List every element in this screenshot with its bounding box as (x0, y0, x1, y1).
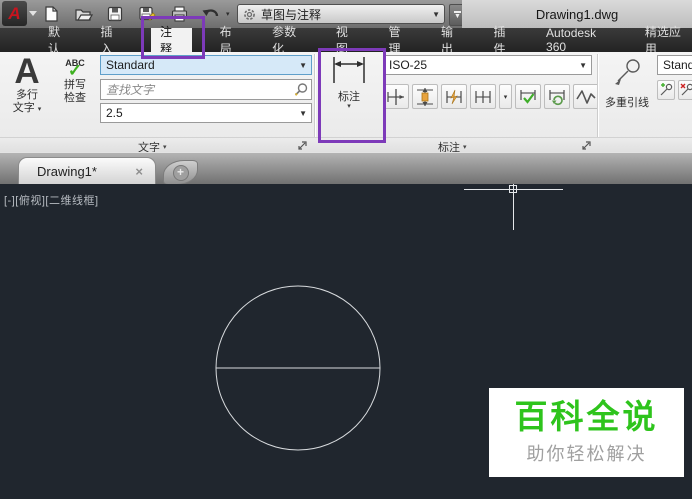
adjust-space-button[interactable] (412, 84, 438, 109)
tab-insert[interactable]: 插入 (99, 25, 126, 56)
mtext-button[interactable]: A 多行 文字 ▾ (6, 52, 48, 115)
new-file-button[interactable] (40, 3, 62, 25)
autocad-a-icon: A (8, 3, 21, 23)
tab-plugins[interactable]: 插件 (492, 25, 519, 56)
highlight-annotate-tab (141, 16, 205, 59)
file-tab-drawing1[interactable]: Drawing1* × (18, 157, 156, 185)
jogged-linear-button[interactable] (573, 84, 599, 109)
watermark-subtitle: 助你轻松解决 (526, 444, 647, 464)
tab-autodesk360[interactable]: Autodesk 360 (544, 26, 617, 54)
tab-layout[interactable]: 布局 (218, 25, 245, 56)
continue-dimension-button[interactable] (470, 84, 496, 109)
text-height-combobox[interactable]: 2.5 ▼ (100, 103, 312, 123)
spell-check-button[interactable]: ABC ✓ 拼写 检查 (53, 58, 97, 105)
remove-leader-icon (680, 83, 692, 96)
text-style-combobox[interactable]: Standard ▼ (100, 55, 312, 75)
save-floppy-icon (107, 6, 123, 22)
inspect-dimension-icon (520, 89, 536, 104)
quick-dimension-button[interactable] (383, 84, 409, 109)
update-dimension-button[interactable] (544, 84, 570, 109)
dim-dialog-launcher[interactable] (581, 140, 592, 151)
add-leader-button[interactable] (657, 80, 675, 100)
logo-dropdown-icon[interactable] (29, 11, 37, 16)
new-tab-button[interactable]: + (163, 160, 198, 185)
watermark-title: 百科全说 (514, 398, 659, 435)
find-text-field (100, 79, 312, 100)
dimension-break-button[interactable] (441, 84, 467, 109)
mtext-a-icon: A (14, 52, 40, 91)
workspace-dropdown-icon: ▼ (432, 9, 440, 19)
quick-dimension-icon (387, 88, 404, 105)
combo-arrow-icon: ▼ (579, 60, 587, 70)
tab-parametric[interactable]: 参数化 (270, 25, 308, 56)
watermark-box: 百科全说 助你轻松解决 (489, 388, 684, 477)
adjust-space-icon (417, 87, 433, 106)
combo-arrow-icon: ▼ (299, 60, 307, 70)
panel-expand-icon: ▾ (163, 144, 167, 151)
close-tab-icon[interactable]: × (135, 164, 143, 179)
workspace-label: 草图与注释 (261, 7, 322, 22)
workspace-selector[interactable]: 草图与注释 ▼ (237, 4, 445, 24)
multileader-icon (615, 59, 640, 85)
mleader-style-combobox[interactable]: Stand (657, 55, 692, 75)
find-text-input[interactable] (100, 79, 312, 100)
autocad-logo-button[interactable]: A (2, 1, 27, 26)
undo-dropdown-icon[interactable]: ▾ (226, 10, 230, 18)
dim-style-combobox[interactable]: ISO-25 ▼ (383, 55, 592, 75)
text-dialog-launcher[interactable] (297, 140, 308, 151)
check-icon: ✓ (67, 61, 83, 80)
combo-arrow-icon: ▼ (299, 108, 307, 118)
drawing-canvas[interactable]: [-][俯视][二维线框] 百科全说 助你轻松解决 (0, 184, 692, 499)
remove-leader-button[interactable] (678, 80, 692, 100)
continue-dimension-dropdown[interactable]: ▾ (499, 84, 512, 109)
open-folder-icon (74, 9, 93, 21)
dropdown-arrow-icon: ▾ (503, 93, 508, 101)
dimension-tools: ▾ (383, 84, 599, 109)
continue-dimension-icon (475, 90, 491, 103)
add-leader-icon (660, 83, 673, 96)
tab-featured-apps[interactable]: 精选应用 (643, 25, 692, 56)
multileader-button[interactable]: 多重引线 (601, 58, 653, 110)
panel-separator (597, 54, 598, 150)
inspect-dimension-button[interactable] (515, 84, 541, 109)
tab-manage[interactable]: 管理 (386, 25, 413, 56)
save-button[interactable] (104, 3, 126, 25)
document-title: Drawing1.dwg (535, 6, 619, 22)
overflow-arrow-icon: ▼ (454, 13, 461, 20)
plus-icon: + (172, 164, 189, 181)
file-tab-label: Drawing1* (37, 164, 97, 179)
mtext-dropdown-icon: ▾ (37, 106, 42, 113)
jogged-line-icon (576, 89, 596, 104)
find-text-icon[interactable] (293, 82, 309, 97)
gear-icon (244, 8, 255, 20)
dimension-break-icon (446, 89, 462, 104)
panel-expand-icon: ▾ (463, 144, 467, 151)
tab-default[interactable]: 默认 (46, 25, 73, 56)
new-file-icon (45, 6, 58, 22)
open-file-button[interactable] (72, 3, 94, 25)
update-dimension-icon (549, 89, 565, 105)
panel-separator (314, 54, 315, 150)
tab-output[interactable]: 输出 (439, 25, 466, 56)
highlight-dimension-button (318, 48, 386, 143)
file-tab-bar: Drawing1* × + (0, 152, 692, 185)
